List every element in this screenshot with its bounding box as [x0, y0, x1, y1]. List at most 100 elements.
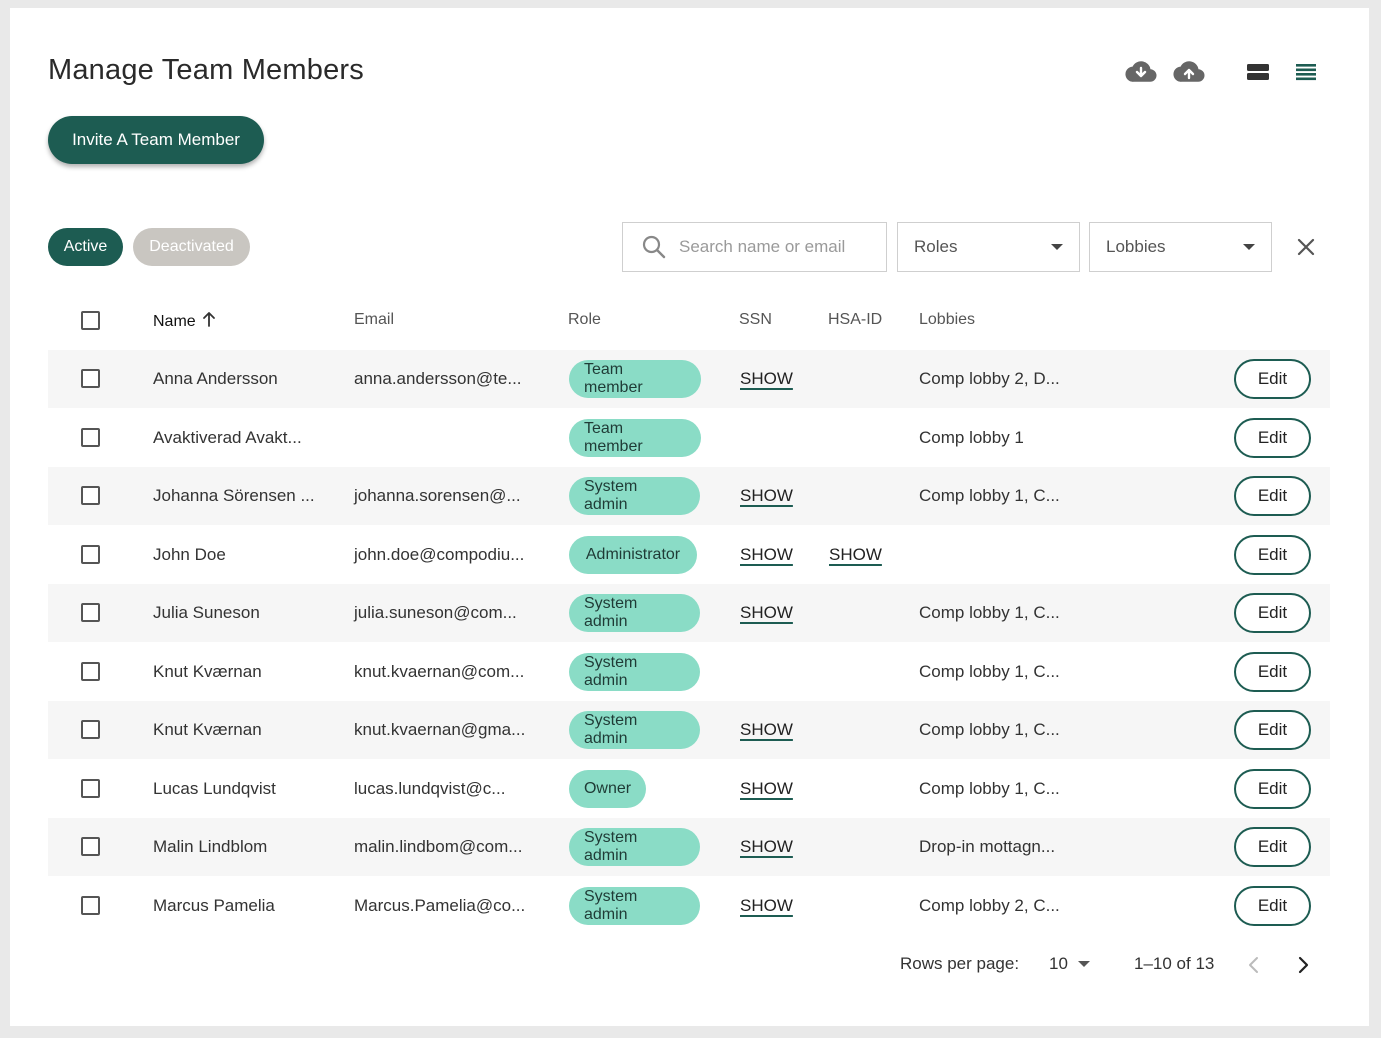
- chevron-down-icon: [1051, 244, 1063, 250]
- page-title: Manage Team Members: [48, 54, 364, 86]
- rows-per-page-label: Rows per page:: [900, 954, 1020, 973]
- role-badge: System admin: [569, 711, 700, 749]
- chevron-right-icon[interactable]: [1296, 955, 1310, 980]
- pagination-range: 1–10 of 13: [1134, 954, 1215, 973]
- ssn-show-link[interactable]: SHOW: [740, 779, 793, 799]
- sort-arrow-up-icon[interactable]: [202, 311, 216, 332]
- active-filter-chip[interactable]: Active: [48, 228, 123, 266]
- member-name: Marcus Pamelia: [153, 895, 275, 915]
- list-view-icon[interactable]: [1289, 58, 1323, 86]
- member-email: Marcus.Pamelia@co...: [354, 895, 526, 915]
- member-lobbies: Comp lobby 2, D...: [919, 369, 1060, 388]
- role-badge: System admin: [569, 828, 700, 866]
- row-checkbox[interactable]: [81, 369, 100, 388]
- select-all-checkbox[interactable]: [81, 311, 100, 330]
- member-lobbies: Drop-in mottagn...: [919, 837, 1056, 856]
- table-row: Avaktiverad Avakt... Team member Comp lobb…: [48, 409, 1330, 467]
- role-badge: System admin: [569, 594, 700, 632]
- chevron-left-icon[interactable]: [1247, 955, 1261, 980]
- member-name: John Doe: [153, 544, 226, 564]
- cloud-upload-icon[interactable]: [1172, 58, 1206, 86]
- roles-select-label: Roles: [914, 237, 958, 256]
- table-row: Lucas Lundqvist lucas.lundqvist@c... Owner…: [48, 760, 1330, 818]
- member-email: malin.lindbom@com...: [354, 837, 523, 856]
- member-name: Johanna Sörensen ...: [153, 486, 315, 505]
- row-checkbox[interactable]: [81, 720, 100, 739]
- search-icon: [641, 234, 667, 260]
- hsa-show-link[interactable]: SHOW: [829, 545, 882, 565]
- ssn-show-link[interactable]: SHOW: [740, 545, 793, 565]
- lobbies-select-label: Lobbies: [1106, 237, 1166, 256]
- role-badge: Team member: [569, 418, 701, 457]
- ssn-show-link[interactable]: SHOW: [740, 837, 793, 857]
- ssn-show-link[interactable]: SHOW: [740, 486, 793, 506]
- member-lobbies: Comp lobby 2, C...: [919, 895, 1060, 915]
- member-lobbies: Comp lobby 1, C...: [919, 603, 1060, 622]
- table-row: Marcus Pamelia Marcus.Pamelia@co... System…: [48, 877, 1330, 935]
- member-email: julia.suneson@com...: [354, 603, 517, 622]
- row-checkbox[interactable]: [81, 895, 100, 915]
- ssn-show-link[interactable]: SHOW: [740, 720, 793, 740]
- row-checkbox[interactable]: [81, 837, 100, 856]
- rows-per-page-select[interactable]: 10: [1049, 954, 1090, 974]
- column-header-lobbies: Lobbies: [919, 311, 976, 328]
- role-badge: Team member: [569, 360, 701, 398]
- ssn-show-link[interactable]: SHOW: [740, 896, 793, 916]
- roles-select[interactable]: Roles: [897, 222, 1080, 272]
- ssn-show-link[interactable]: SHOW: [740, 369, 793, 389]
- role-badge: System admin: [569, 652, 700, 691]
- edit-button[interactable]: Edit: [1234, 593, 1311, 633]
- row-checkbox[interactable]: [81, 778, 100, 798]
- search-input[interactable]: Search name or email: [679, 237, 845, 257]
- member-lobbies: Comp lobby 1, C...: [919, 778, 1060, 798]
- column-header-name[interactable]: Name: [153, 311, 216, 332]
- lobbies-select[interactable]: Lobbies: [1089, 222, 1272, 272]
- table-row: Malin Lindblom malin.lindbom@com... System…: [48, 818, 1330, 876]
- edit-button[interactable]: Edit: [1234, 534, 1311, 575]
- edit-button[interactable]: Edit: [1234, 359, 1311, 399]
- edit-button[interactable]: Edit: [1234, 417, 1311, 458]
- edit-button[interactable]: Edit: [1234, 885, 1311, 926]
- edit-button[interactable]: Edit: [1234, 768, 1311, 809]
- role-badge: Administrator: [569, 535, 697, 574]
- member-email: knut.kvaernan@com...: [354, 661, 525, 681]
- chevron-down-icon: [1243, 244, 1255, 250]
- member-name: Knut Kværnan: [153, 661, 262, 681]
- close-icon[interactable]: [1294, 235, 1318, 259]
- member-lobbies: Comp lobby 1, C...: [919, 486, 1060, 505]
- member-lobbies: Comp lobby 1, C...: [919, 720, 1060, 739]
- deactivated-filter-chip[interactable]: Deactivated: [133, 228, 250, 266]
- row-checkbox[interactable]: [81, 661, 100, 681]
- member-email: lucas.lundqvist@c...: [354, 778, 506, 798]
- row-checkbox[interactable]: [81, 486, 100, 505]
- table-row: John Doe john.doe@compodiu... Administrato…: [48, 526, 1330, 584]
- ssn-show-link[interactable]: SHOW: [740, 603, 793, 623]
- team-members-card: Manage Team Members Invite A Team Member…: [10, 8, 1369, 1026]
- search-field[interactable]: Search name or email: [622, 222, 887, 272]
- member-email: knut.kvaernan@gma...: [354, 720, 526, 739]
- role-badge: System admin: [569, 886, 700, 925]
- table-row: Knut Kværnan knut.kvaernan@gma... System a…: [48, 701, 1330, 759]
- edit-button[interactable]: Edit: [1234, 476, 1311, 516]
- row-checkbox[interactable]: [81, 603, 100, 622]
- member-name: Knut Kværnan: [153, 720, 262, 739]
- cloud-download-icon[interactable]: [1124, 58, 1158, 86]
- chevron-down-icon: [1077, 961, 1090, 967]
- role-badge: System admin: [569, 477, 700, 515]
- edit-button[interactable]: Edit: [1234, 827, 1311, 867]
- row-checkbox[interactable]: [81, 427, 100, 447]
- table-row: Anna Andersson anna.andersson@te... Team m…: [48, 350, 1330, 408]
- edit-button[interactable]: Edit: [1234, 651, 1311, 692]
- compact-view-icon[interactable]: [1241, 58, 1275, 86]
- role-badge: Owner: [569, 769, 646, 808]
- row-checkbox[interactable]: [81, 544, 100, 564]
- member-name: Anna Andersson: [153, 369, 278, 388]
- invite-team-member-button[interactable]: Invite A Team Member: [48, 116, 264, 164]
- table-row: Knut Kværnan knut.kvaernan@com... System a…: [48, 643, 1330, 701]
- member-email: john.doe@compodiu...: [354, 544, 525, 564]
- column-header-email: Email: [354, 311, 395, 328]
- edit-button[interactable]: Edit: [1234, 710, 1311, 750]
- member-name: Avaktiverad Avakt...: [153, 427, 302, 447]
- table-row: Julia Suneson julia.suneson@com... System …: [48, 584, 1330, 642]
- member-name: Malin Lindblom: [153, 837, 268, 856]
